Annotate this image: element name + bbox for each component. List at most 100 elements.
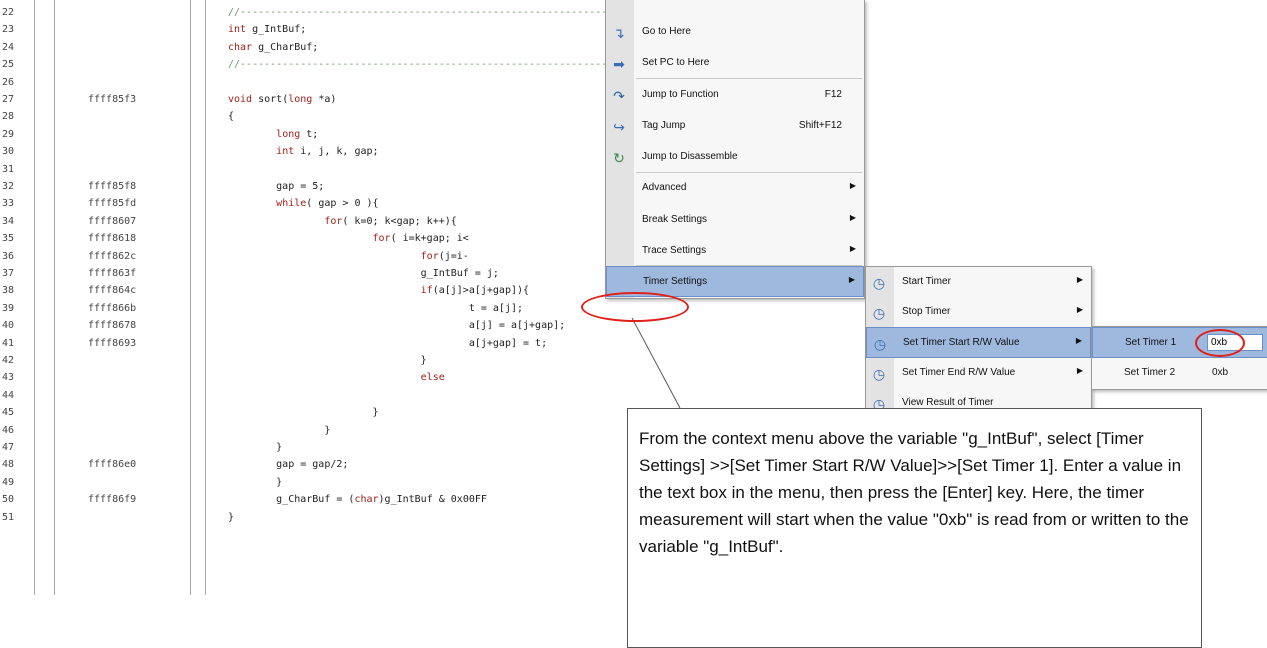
highlight-circle-value	[1195, 329, 1245, 357]
code-line: 22//------------------------------------…	[0, 4, 806, 21]
code-text: g_CharBuf = (char)g_IntBuf & 0x00FF	[228, 494, 487, 506]
timer-item-set-timer-end-r-w-value[interactable]: ◷ Set Timer End R/W Value ▶	[866, 358, 1091, 389]
address: ffff86f9	[88, 494, 137, 506]
menu-item-jump-to-function[interactable]: ↷ Jump to Function F12	[606, 80, 864, 111]
tag-jump-icon: ↪	[613, 119, 625, 135]
line-number: 44	[2, 389, 15, 401]
line-number: 40	[2, 320, 15, 332]
menu-item-trace-settings[interactable]: Trace Settings ▶	[606, 236, 864, 267]
menu-item-label: Set PC to Here	[642, 57, 710, 68]
code-text: gap = gap/2;	[228, 459, 349, 471]
menu-item-label: Jump to Function	[642, 89, 719, 100]
menu-item-set-pc-to-here[interactable]: ➡ Set PC to Here	[606, 48, 864, 79]
code-text: t = a[j];	[228, 302, 524, 314]
code-line: 25//------------------------------------…	[0, 56, 806, 73]
line-number: 42	[2, 355, 15, 366]
line-number: 32	[2, 181, 15, 192]
menu-item-label: Go to Here	[642, 26, 691, 37]
line-number: 30	[2, 146, 15, 158]
line-number: 35	[2, 233, 15, 245]
menu-item-label: Set Timer End R/W Value	[902, 367, 1016, 378]
code-line: 40 ffff8678 a[j] = a[j+gap];	[0, 317, 700, 334]
timer-2-value: 0xb	[1212, 367, 1229, 378]
submenu-arrow-icon: ▶	[849, 244, 856, 253]
code-line: 50 ffff86f9 g_CharBuf = (char)g_IntBuf & …	[0, 491, 700, 508]
set-timer-1-label: Set Timer 1	[1125, 337, 1177, 348]
timer-item-stop-timer[interactable]: ◷ Stop Timer ▶	[866, 297, 1091, 328]
code-text: for( i=k+gap; i<	[372, 233, 469, 245]
code-text: }	[228, 511, 235, 523]
code-line: 51}	[0, 509, 700, 526]
timer-item-start-timer[interactable]: ◷ Start Timer ▶	[866, 267, 1091, 298]
menu-item-label: Break Settings	[642, 214, 708, 225]
code-line: 33 ffff85fd while( gap > 0 ){	[0, 195, 700, 212]
set-timer-end-icon: ◷	[872, 366, 886, 382]
code-line: 35 ffff8618 for( i=k+gap; i<	[0, 230, 700, 247]
address: ffff863f	[88, 268, 137, 279]
menu-item-jump-to-disassemble[interactable]: ↻ Jump to Disassemble	[606, 142, 864, 173]
line-number: 51	[2, 511, 15, 523]
code-line: 49 }	[0, 474, 700, 491]
address: ffff85f3	[88, 94, 137, 105]
code-text: g_IntBuf = j;	[228, 268, 499, 279]
code-line: 44	[0, 387, 700, 404]
line-number: 22	[2, 7, 15, 18]
code-line: 47 }	[0, 439, 700, 456]
menu-separator	[636, 172, 862, 173]
code-line: 30 int i, j, k, gap;	[0, 143, 700, 160]
line-number: 37	[2, 268, 15, 279]
line-number: 46	[2, 424, 15, 436]
code-text: {	[228, 111, 235, 123]
line-number: 33	[2, 198, 15, 210]
line-number: 43	[2, 372, 15, 384]
jump-to-function-icon: ↷	[613, 88, 625, 104]
code-text: else	[420, 372, 445, 384]
code-text: }	[228, 442, 283, 453]
menu-item-label: View Result of Timer	[902, 397, 994, 408]
code-line: 36 ffff862c for(j=i-	[0, 248, 700, 265]
code-line: 26	[0, 74, 700, 91]
code-text: a[j+gap] = t;	[228, 337, 548, 349]
set-timer-start-icon: ◷	[873, 336, 887, 352]
menu-item-label: Start Timer	[902, 276, 951, 287]
code-line: 37 ffff863f g_IntBuf = j;	[0, 265, 700, 282]
timer-item-set-timer-start-r-w-value[interactable]: ◷ Set Timer Start R/W Value ▶	[866, 327, 1091, 358]
code-text: char g_CharBuf;	[228, 41, 319, 53]
menu-item-tag-jump[interactable]: ↪ Tag Jump Shift+F12	[606, 111, 864, 142]
code-text: void sort(long *a)	[228, 94, 337, 105]
timer-settings-submenu: ◷ Start Timer ▶ ◷ Stop Timer ▶ ◷ Set Timer Star…	[865, 266, 1092, 420]
line-number: 31	[2, 163, 15, 175]
line-number: 26	[2, 76, 15, 88]
code-line: 42 }	[0, 352, 700, 369]
menu-item-go-to-here[interactable]: ↴ Go to Here	[606, 17, 864, 48]
code-text: }	[228, 476, 283, 488]
set-timer-2-item[interactable]: Set Timer 2 0xb	[1092, 358, 1267, 389]
annotation-callout: From the context menu above the variable…	[627, 408, 1202, 648]
jump-to-disassemble-icon: ↻	[613, 150, 625, 166]
context-menu: ↴ Go to Here ➡ Set PC to Here ↷ Jump to Funct…	[605, 0, 865, 299]
menu-item-label: Advanced	[642, 182, 687, 193]
code-line: 43 else	[0, 369, 700, 386]
callout-text: From the context menu above the variable…	[639, 429, 1189, 556]
line-number: 24	[2, 41, 15, 53]
line-number: 45	[2, 407, 15, 419]
line-number: 47	[2, 442, 15, 453]
address: ffff8678	[88, 320, 137, 332]
menu-item-shortcut: F12	[824, 89, 842, 100]
line-number: 23	[2, 24, 15, 36]
submenu-arrow-icon: ▶	[849, 213, 856, 222]
address: ffff86e0	[88, 459, 137, 471]
code-line: 28 {	[0, 108, 700, 125]
menu-item-label: Set Timer Start R/W Value	[903, 337, 1020, 348]
line-number: 28	[2, 111, 15, 123]
code-text: }	[228, 355, 427, 366]
line-number: 48	[2, 459, 15, 471]
menu-item-break-settings[interactable]: Break Settings ▶	[606, 205, 864, 236]
menu-item-shortcut: Shift+F12	[798, 120, 842, 131]
submenu-arrow-icon: ▶	[849, 181, 856, 190]
code-line: 45 }	[0, 404, 700, 421]
start-timer-icon: ◷	[872, 275, 886, 291]
menu-item-advanced[interactable]: Advanced ▶	[606, 173, 864, 204]
line-number: 50	[2, 494, 15, 506]
menu-item-label: Trace Settings	[642, 245, 707, 256]
